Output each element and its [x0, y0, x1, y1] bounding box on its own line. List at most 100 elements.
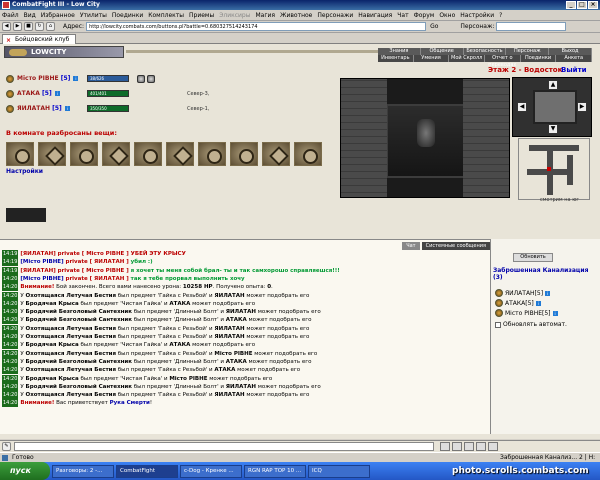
task-button[interactable]: ICQ	[308, 464, 370, 478]
nav-inventory[interactable]: Инвентарь	[378, 55, 414, 62]
menu-sets[interactable]: Комплекты	[148, 12, 184, 19]
timestamp[interactable]: 14:20	[2, 299, 19, 308]
timestamp[interactable]: 14:20	[2, 399, 19, 408]
close-button[interactable]: ×	[588, 1, 598, 9]
shield-icon[interactable]	[137, 75, 145, 83]
timestamp[interactable]: 14:20	[2, 324, 19, 333]
item-slot[interactable]	[38, 142, 66, 166]
item-slot[interactable]	[6, 142, 34, 166]
timestamp[interactable]: 14:20	[2, 374, 19, 383]
item-slot[interactable]	[166, 142, 194, 166]
arrow-right-icon[interactable]: ▶	[577, 102, 587, 112]
menu-forum[interactable]: Форум	[414, 12, 435, 19]
chat-input[interactable]	[14, 442, 434, 451]
nav-exit[interactable]: Выход	[549, 48, 592, 55]
menu-help[interactable]: ?	[499, 12, 502, 19]
arrow-left-icon[interactable]: ◀	[517, 102, 527, 112]
timestamp[interactable]: 14:20	[2, 341, 19, 350]
minimize-button[interactable]: _	[566, 1, 576, 9]
timestamp[interactable]: 14:20	[2, 333, 19, 341]
task-button[interactable]: c-Dog - Кренке ...	[180, 464, 242, 478]
refresh-icon[interactable]: ↻	[35, 22, 44, 31]
player-row[interactable]: ЯИЛАТАН [5] i	[6, 104, 70, 113]
menu-navigation[interactable]: Навигация	[358, 12, 392, 19]
player-name[interactable]: ЯИЛАТАН [5]	[17, 105, 62, 112]
nav-security[interactable]: Безопасность	[464, 48, 507, 55]
home-icon[interactable]: ⌂	[46, 22, 55, 31]
shield-icon[interactable]	[147, 75, 155, 83]
translit-button[interactable]	[476, 442, 486, 451]
menu-characters[interactable]: Персонажи	[317, 12, 353, 19]
character-search-input[interactable]	[496, 22, 567, 31]
item-slot[interactable]	[294, 142, 322, 166]
arrow-down-icon[interactable]: ▼	[548, 124, 558, 134]
menu-moves[interactable]: Приемы	[189, 12, 214, 19]
timestamp[interactable]: 14:20	[2, 357, 19, 366]
timestamp[interactable]: 14:20	[2, 349, 19, 358]
task-button[interactable]: RGN RAP TOP 10 ...	[244, 464, 306, 478]
timestamp[interactable]: 14:20	[2, 283, 19, 292]
forward-icon[interactable]: ▶	[13, 22, 22, 31]
send-button[interactable]	[440, 442, 450, 451]
refresh-button[interactable]: Обновить	[513, 253, 553, 262]
room-member[interactable]: ЯИЛАТАН[5] i	[495, 289, 551, 297]
go-button[interactable]: Go	[430, 23, 438, 30]
item-slot[interactable]	[70, 142, 98, 166]
item-slot[interactable]	[198, 142, 226, 166]
start-button[interactable]: пуск	[0, 462, 50, 480]
timestamp[interactable]: 14:19	[2, 266, 19, 275]
menu-favorites[interactable]: Избранное	[41, 12, 75, 19]
timestamp[interactable]: 14:20	[2, 291, 19, 300]
nav-skills[interactable]: Умения	[414, 55, 450, 62]
task-button[interactable]: CombatFight	[116, 464, 178, 478]
timestamp[interactable]: 14:20	[2, 316, 19, 325]
auto-refresh-checkbox[interactable]	[495, 321, 501, 328]
nav-profile[interactable]: Анкета	[556, 55, 593, 62]
menu-chat[interactable]: Чат	[397, 12, 408, 19]
auto-refresh-row[interactable]: Обновлять автомат.	[495, 321, 567, 328]
room-member[interactable]: АТАКА[5] i	[495, 299, 541, 307]
tab-system[interactable]: Системные сообщения	[421, 242, 490, 250]
item-slot[interactable]	[134, 142, 162, 166]
nav-character[interactable]: Персонаж	[506, 48, 550, 55]
maximize-button[interactable]: □	[577, 1, 587, 9]
chat-icon[interactable]: ✎	[2, 442, 11, 451]
item-slot[interactable]	[230, 142, 258, 166]
menu-file[interactable]: Файл	[2, 12, 19, 19]
stop-icon[interactable]: ■	[24, 22, 33, 31]
clear-button[interactable]	[452, 442, 462, 451]
menu-magic[interactable]: Магия	[255, 12, 275, 19]
exit-link[interactable]: Выйти	[561, 66, 587, 74]
menu-fights[interactable]: Поединки	[112, 12, 143, 19]
menu-settings[interactable]: Настройки	[460, 12, 494, 19]
task-button[interactable]: Разговоры: 2 -...	[52, 464, 114, 478]
timestamp[interactable]: 14:20	[2, 274, 19, 283]
player-name[interactable]: АТАКА [5]	[17, 90, 52, 97]
address-input[interactable]: http://lowcity.combats.com/buttons.pl?ba…	[86, 22, 427, 31]
room-member[interactable]: Місто PIВНЕ[5] i	[495, 309, 558, 317]
tab-fight-club[interactable]: × Бойцовский клуб	[2, 34, 77, 44]
nav-transfers[interactable]: Отчет о переводах	[485, 55, 521, 68]
menu-elixirs[interactable]: Эликсиры	[219, 12, 250, 19]
arrow-up-icon[interactable]: ▲	[548, 80, 558, 90]
item-slot[interactable]	[262, 142, 290, 166]
timestamp[interactable]: 14:20	[2, 308, 19, 317]
player-row[interactable]: Місто PIВНЕ [5] i	[6, 74, 79, 83]
timestamp[interactable]: 14:20	[2, 382, 19, 391]
nav-fights[interactable]: Поединки	[521, 55, 557, 62]
nav-my-scroll[interactable]: Мой Скролл	[449, 55, 486, 62]
menu-window[interactable]: Окно	[439, 12, 455, 19]
timestamp[interactable]: 14:19	[2, 250, 19, 258]
player-name[interactable]: Місто PIВНЕ [5]	[17, 75, 70, 82]
settings-link[interactable]: Настройки	[6, 168, 43, 175]
menu-animal[interactable]: Животное	[280, 12, 312, 19]
timestamp[interactable]: 14:19	[2, 258, 19, 267]
timestamp[interactable]: 14:20	[2, 366, 19, 375]
dungeon-view[interactable]	[340, 78, 510, 198]
player-row[interactable]: АТАКА [5] i	[6, 89, 60, 98]
tab-chat[interactable]: Чат	[402, 242, 420, 250]
menu-view[interactable]: Вид	[24, 12, 36, 19]
back-icon[interactable]: ◀	[2, 22, 11, 31]
item-slot[interactable]	[102, 142, 130, 166]
nav-social[interactable]: Общение	[421, 48, 464, 55]
